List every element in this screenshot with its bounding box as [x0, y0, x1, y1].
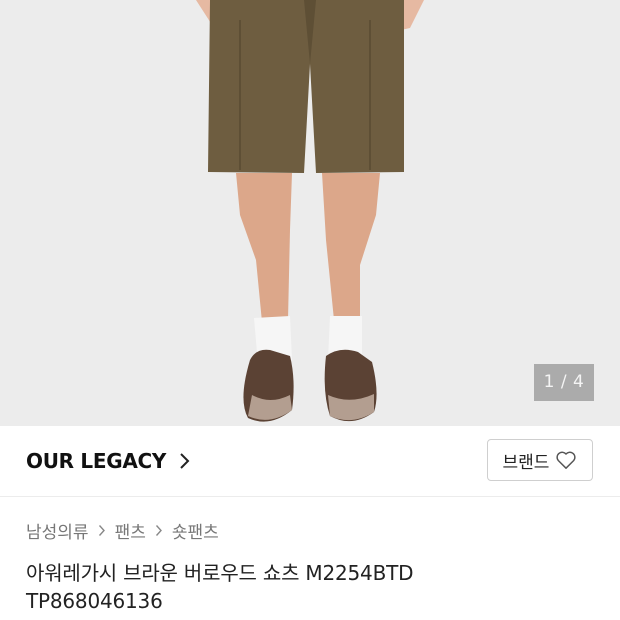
product-title: 아워레가시 브라운 버로우드 쇼츠 M2254BTD [26, 561, 414, 585]
heart-outline-icon [556, 451, 577, 469]
brand-row: OUR LEGACY 브랜드 [0, 426, 620, 497]
breadcrumb-item-shorts[interactable]: 숏팬츠 [172, 518, 219, 543]
product-photo [196, 0, 424, 422]
brand-name-link[interactable]: OUR LEGACY [26, 449, 166, 473]
chevron-right-icon[interactable] [178, 452, 192, 470]
chevron-right-icon [155, 525, 162, 536]
breadcrumb-item-pants[interactable]: 팬츠 [115, 518, 146, 543]
image-counter: 1 / 4 [534, 364, 594, 401]
product-image-gallery[interactable]: 1 / 4 [0, 0, 620, 426]
breadcrumb: 남성의류 팬츠 숏팬츠 [26, 518, 219, 543]
breadcrumb-item-men-clothing[interactable]: 남성의류 [26, 518, 89, 543]
brand-button-label: 브랜드 [502, 452, 550, 473]
chevron-right-icon [98, 525, 105, 536]
product-code: TP868046136 [26, 589, 163, 613]
brand-follow-button[interactable]: 브랜드 [487, 439, 593, 481]
